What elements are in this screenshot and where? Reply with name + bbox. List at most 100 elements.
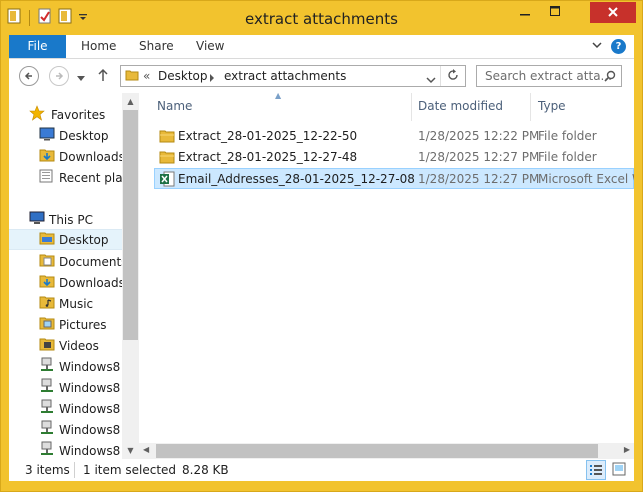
tree-favorites[interactable]: Favorites xyxy=(29,104,122,125)
close-button[interactable] xyxy=(590,2,636,23)
navigation-pane: Favorites Desktop Downloads Recent plac xyxy=(9,93,122,459)
tree-pc-network-drive[interactable]: Windows8 xyxy=(39,356,122,377)
scroll-left-icon[interactable]: ◀ xyxy=(143,445,149,454)
column-header-date[interactable]: Date modified xyxy=(418,99,503,113)
tree-pc-network-drive[interactable]: Windows8 xyxy=(39,398,122,419)
refresh-icon[interactable] xyxy=(447,69,459,84)
status-bar: 3 items 1 item selected 8.28 KB xyxy=(9,459,634,481)
recent-places-icon xyxy=(39,168,55,187)
network-drive-icon xyxy=(39,399,55,418)
tree-pc-network-drive[interactable]: Windows8 xyxy=(39,440,122,459)
scroll-right-icon[interactable]: ▶ xyxy=(624,445,630,454)
downloads-folder-icon xyxy=(39,147,55,166)
tree-pc-desktop[interactable]: Desktop xyxy=(9,229,122,250)
videos-folder-icon xyxy=(39,336,55,355)
tab-share[interactable]: Share xyxy=(139,35,174,58)
folder-icon xyxy=(125,68,139,85)
tree-label: This PC xyxy=(49,212,93,227)
up-arrow-icon[interactable] xyxy=(97,68,109,85)
breadcrumb-desktop[interactable]: Desktop xyxy=(158,69,208,83)
explorer-window: extract attachments File Home Share View… xyxy=(0,0,643,492)
pictures-folder-icon xyxy=(39,315,55,334)
help-icon[interactable]: ? xyxy=(611,39,626,54)
network-drive-icon xyxy=(39,378,55,397)
desktop-icon xyxy=(39,127,55,144)
tree-fav-downloads[interactable]: Downloads xyxy=(39,146,122,167)
search-placeholder: Search extract atta... xyxy=(485,69,612,83)
tree-fav-desktop[interactable]: Desktop xyxy=(39,125,122,146)
column-header-type[interactable]: Type xyxy=(538,99,566,113)
file-row-selected[interactable]: Email_Addresses_28-01-2025_12-27-08 1/28… xyxy=(154,168,634,189)
file-type: File folder xyxy=(538,129,597,143)
selection-count: 1 item selected xyxy=(83,463,177,477)
tree-pc-music[interactable]: Music xyxy=(39,293,122,314)
file-row[interactable]: Extract_28-01-2025_12-27-48 1/28/2025 12… xyxy=(155,147,634,168)
file-name: Extract_28-01-2025_12-27-48 xyxy=(178,150,358,164)
large-icons-view-button[interactable] xyxy=(610,460,630,480)
column-divider[interactable] xyxy=(411,93,412,121)
column-divider[interactable] xyxy=(530,93,531,121)
tree-pc-network-drive[interactable]: Windows8 xyxy=(39,419,122,440)
scroll-down-icon[interactable]: ▼ xyxy=(122,442,139,459)
scrollbar-thumb[interactable] xyxy=(156,444,598,458)
column-header-name[interactable]: Name xyxy=(157,99,192,113)
music-folder-icon xyxy=(39,294,55,313)
tree-label: Windows8 xyxy=(59,401,121,416)
scrollbar-thumb[interactable] xyxy=(123,110,138,340)
tree-pc-downloads[interactable]: Downloads xyxy=(39,272,122,293)
tree-pc-videos[interactable]: Videos xyxy=(39,335,122,356)
minimize-button[interactable] xyxy=(512,2,538,23)
tree-fav-recent[interactable]: Recent plac xyxy=(39,167,122,188)
file-name: Email_Addresses_28-01-2025_12-27-08 xyxy=(178,172,415,186)
scroll-up-icon[interactable]: ▲ xyxy=(122,93,139,110)
breadcrumb-separator-icon[interactable] xyxy=(209,71,215,85)
folder-icon xyxy=(159,128,175,147)
maximize-button[interactable] xyxy=(542,2,568,23)
title-bar: extract attachments xyxy=(1,1,642,35)
file-date: 1/28/2025 12:27 PM xyxy=(418,172,540,186)
file-date: 1/28/2025 12:22 PM xyxy=(418,129,540,143)
tree-label: Windows8 xyxy=(59,422,121,437)
file-name: Extract_28-01-2025_12-22-50 xyxy=(178,129,358,143)
expand-ribbon-icon[interactable] xyxy=(592,39,602,52)
selection-size: 8.28 KB xyxy=(182,463,229,477)
tree-pc-network-drive[interactable]: Windows8 xyxy=(39,377,122,398)
tree-pc-documents[interactable]: Documents xyxy=(39,251,122,272)
navigation-pane-scrollbar[interactable]: ▲ ▼ xyxy=(122,93,139,459)
tree-label: Videos xyxy=(59,338,99,353)
back-button[interactable] xyxy=(19,66,39,86)
tree-label: Windows8 xyxy=(59,359,121,374)
tree-label: Desktop xyxy=(59,232,109,247)
address-dropdown-icon[interactable] xyxy=(426,73,436,87)
search-input[interactable]: Search extract atta... xyxy=(476,65,622,87)
tab-view[interactable]: View xyxy=(196,35,224,58)
breadcrumb-current[interactable]: extract attachments xyxy=(224,69,346,83)
file-type: File folder xyxy=(538,150,597,164)
details-view-button[interactable] xyxy=(586,460,606,480)
tab-home[interactable]: Home xyxy=(81,35,116,58)
network-drive-icon xyxy=(39,420,55,439)
tree-label: Downloads xyxy=(59,149,122,164)
divider xyxy=(74,462,75,478)
forward-button[interactable] xyxy=(49,66,69,86)
tree-this-pc[interactable]: This PC xyxy=(29,209,122,230)
navigation-bar: « Desktop extract attachments Search ext… xyxy=(9,59,634,93)
address-bar[interactable]: « Desktop extract attachments xyxy=(120,65,466,87)
tree-label: Documents xyxy=(59,254,122,269)
file-row[interactable]: Extract_28-01-2025_12-22-50 1/28/2025 12… xyxy=(155,126,634,147)
divider xyxy=(440,66,441,86)
documents-folder-icon xyxy=(39,252,55,271)
search-icon[interactable] xyxy=(604,70,616,85)
tree-label: Downloads xyxy=(59,275,122,290)
overflow-chevron-icon[interactable]: « xyxy=(143,69,150,83)
computer-icon xyxy=(29,211,45,228)
tab-file[interactable]: File xyxy=(9,35,66,58)
file-date: 1/28/2025 12:27 PM xyxy=(418,150,540,164)
file-list-scrollbar[interactable]: ◀ ▶ xyxy=(139,443,634,459)
tree-pc-pictures[interactable]: Pictures xyxy=(39,314,122,335)
tree-label: Windows8 xyxy=(59,443,121,458)
network-drive-icon xyxy=(39,441,55,459)
tree-label: Windows8 xyxy=(59,380,121,395)
explorer-body: Favorites Desktop Downloads Recent plac xyxy=(9,93,634,459)
recent-locations-icon[interactable] xyxy=(77,71,85,85)
